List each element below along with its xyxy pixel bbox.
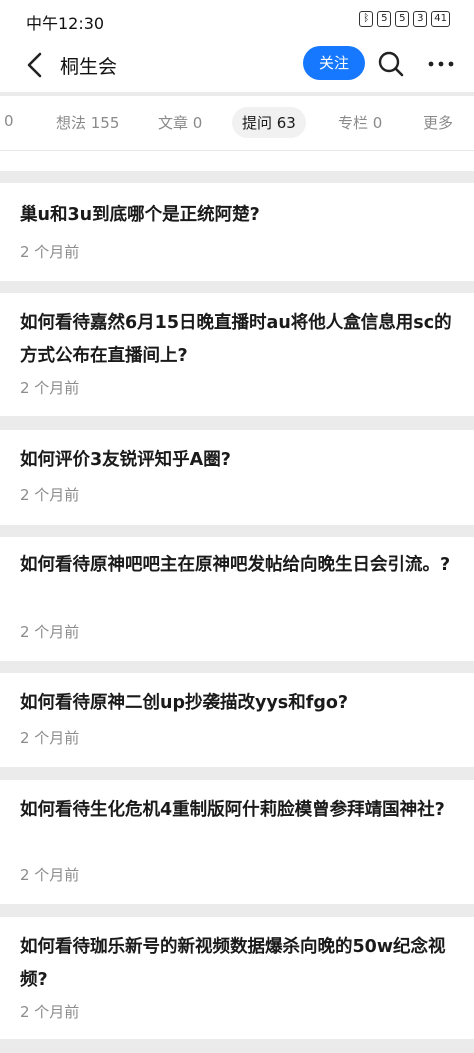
list-item[interactable]: 巢u和3u到底哪个是正统阿楚? 2 个月前 xyxy=(0,183,474,281)
tab-columns[interactable]: 专栏 0 xyxy=(338,112,382,133)
list-item[interactable]: 如何看待原神吧吧主在原神吧发帖给向晚生日会引流。? 2 个月前 xyxy=(0,537,474,661)
question-time: 2 个月前 xyxy=(20,866,80,884)
list-item[interactable]: 如何评价3友锐评知乎A圈? 2 个月前 xyxy=(0,430,474,525)
question-title[interactable]: 如何看待嘉然6月15日晚直播时au将他人盒信息用sc的方式公布在直播间上? xyxy=(20,307,456,373)
question-time: 2 个月前 xyxy=(20,486,80,504)
question-time: 2 个月前 xyxy=(20,1003,80,1021)
status-time: 中午12:30 xyxy=(26,14,105,33)
list-item-partial[interactable] xyxy=(0,151,474,171)
status-icons: ᛒ 5 5 3 41 xyxy=(359,11,450,27)
app-bar: 桐生会 关注 xyxy=(0,40,474,92)
question-time: 2 个月前 xyxy=(20,243,80,261)
status-bar: 中午12:30 ᛒ 5 5 3 41 xyxy=(0,0,474,40)
tab-more[interactable]: 更多 xyxy=(423,112,453,133)
battery-icon: 41 xyxy=(431,11,450,27)
question-title[interactable]: 如何看待原神吧吧主在原神吧发帖给向晚生日会引流。? xyxy=(20,549,456,582)
question-title[interactable]: 如何看待原神二创up抄袭描改yys和fgo? xyxy=(20,687,456,720)
question-time: 2 个月前 xyxy=(20,623,80,641)
follow-button[interactable]: 关注 xyxy=(303,46,365,80)
back-arrow-icon[interactable] xyxy=(22,50,50,80)
question-time: 2 个月前 xyxy=(20,379,80,397)
tab-partial[interactable]: 0 xyxy=(4,112,14,130)
list-item[interactable]: 如何看待生化危机4重制版阿什莉脸模曾参拜靖国神社? 2 个月前 xyxy=(0,780,474,904)
question-title[interactable]: 如何看待生化危机4重制版阿什莉脸模曾参拜靖国神社? xyxy=(20,794,456,827)
tab-thoughts[interactable]: 想法 155 xyxy=(56,112,119,133)
question-time: 2 个月前 xyxy=(20,729,80,747)
question-title[interactable]: 如何评价3友锐评知乎A圈? xyxy=(20,444,456,477)
tab-questions[interactable]: 提问 63 xyxy=(232,107,306,138)
signal-5g-icon: 5 xyxy=(377,11,392,27)
search-icon[interactable] xyxy=(376,49,406,79)
page-title: 桐生会 xyxy=(60,56,118,78)
signal-bars-icon: 3 xyxy=(413,11,428,27)
bluetooth-icon: ᛒ xyxy=(359,11,374,27)
list-item[interactable]: 如何看待珈乐新号的新视频数据爆杀向晚的50w纪念视频? 2 个月前 xyxy=(0,917,474,1039)
signal-5g-icon-2: 5 xyxy=(395,11,410,27)
more-options-icon[interactable] xyxy=(426,49,456,79)
list-item[interactable]: 如何看待原神二创up抄袭描改yys和fgo? 2 个月前 xyxy=(0,673,474,767)
question-title[interactable]: 如何看待珈乐新号的新视频数据爆杀向晚的50w纪念视频? xyxy=(20,931,456,997)
question-title[interactable]: 巢u和3u到底哪个是正统阿楚? xyxy=(20,199,456,232)
list-item[interactable]: 如何看待嘉然6月15日晚直播时au将他人盒信息用sc的方式公布在直播间上? 2 … xyxy=(0,293,474,416)
tab-articles[interactable]: 文章 0 xyxy=(158,112,202,133)
profile-tabs: 0 想法 155 文章 0 提问 63 专栏 0 更多 xyxy=(0,96,474,151)
